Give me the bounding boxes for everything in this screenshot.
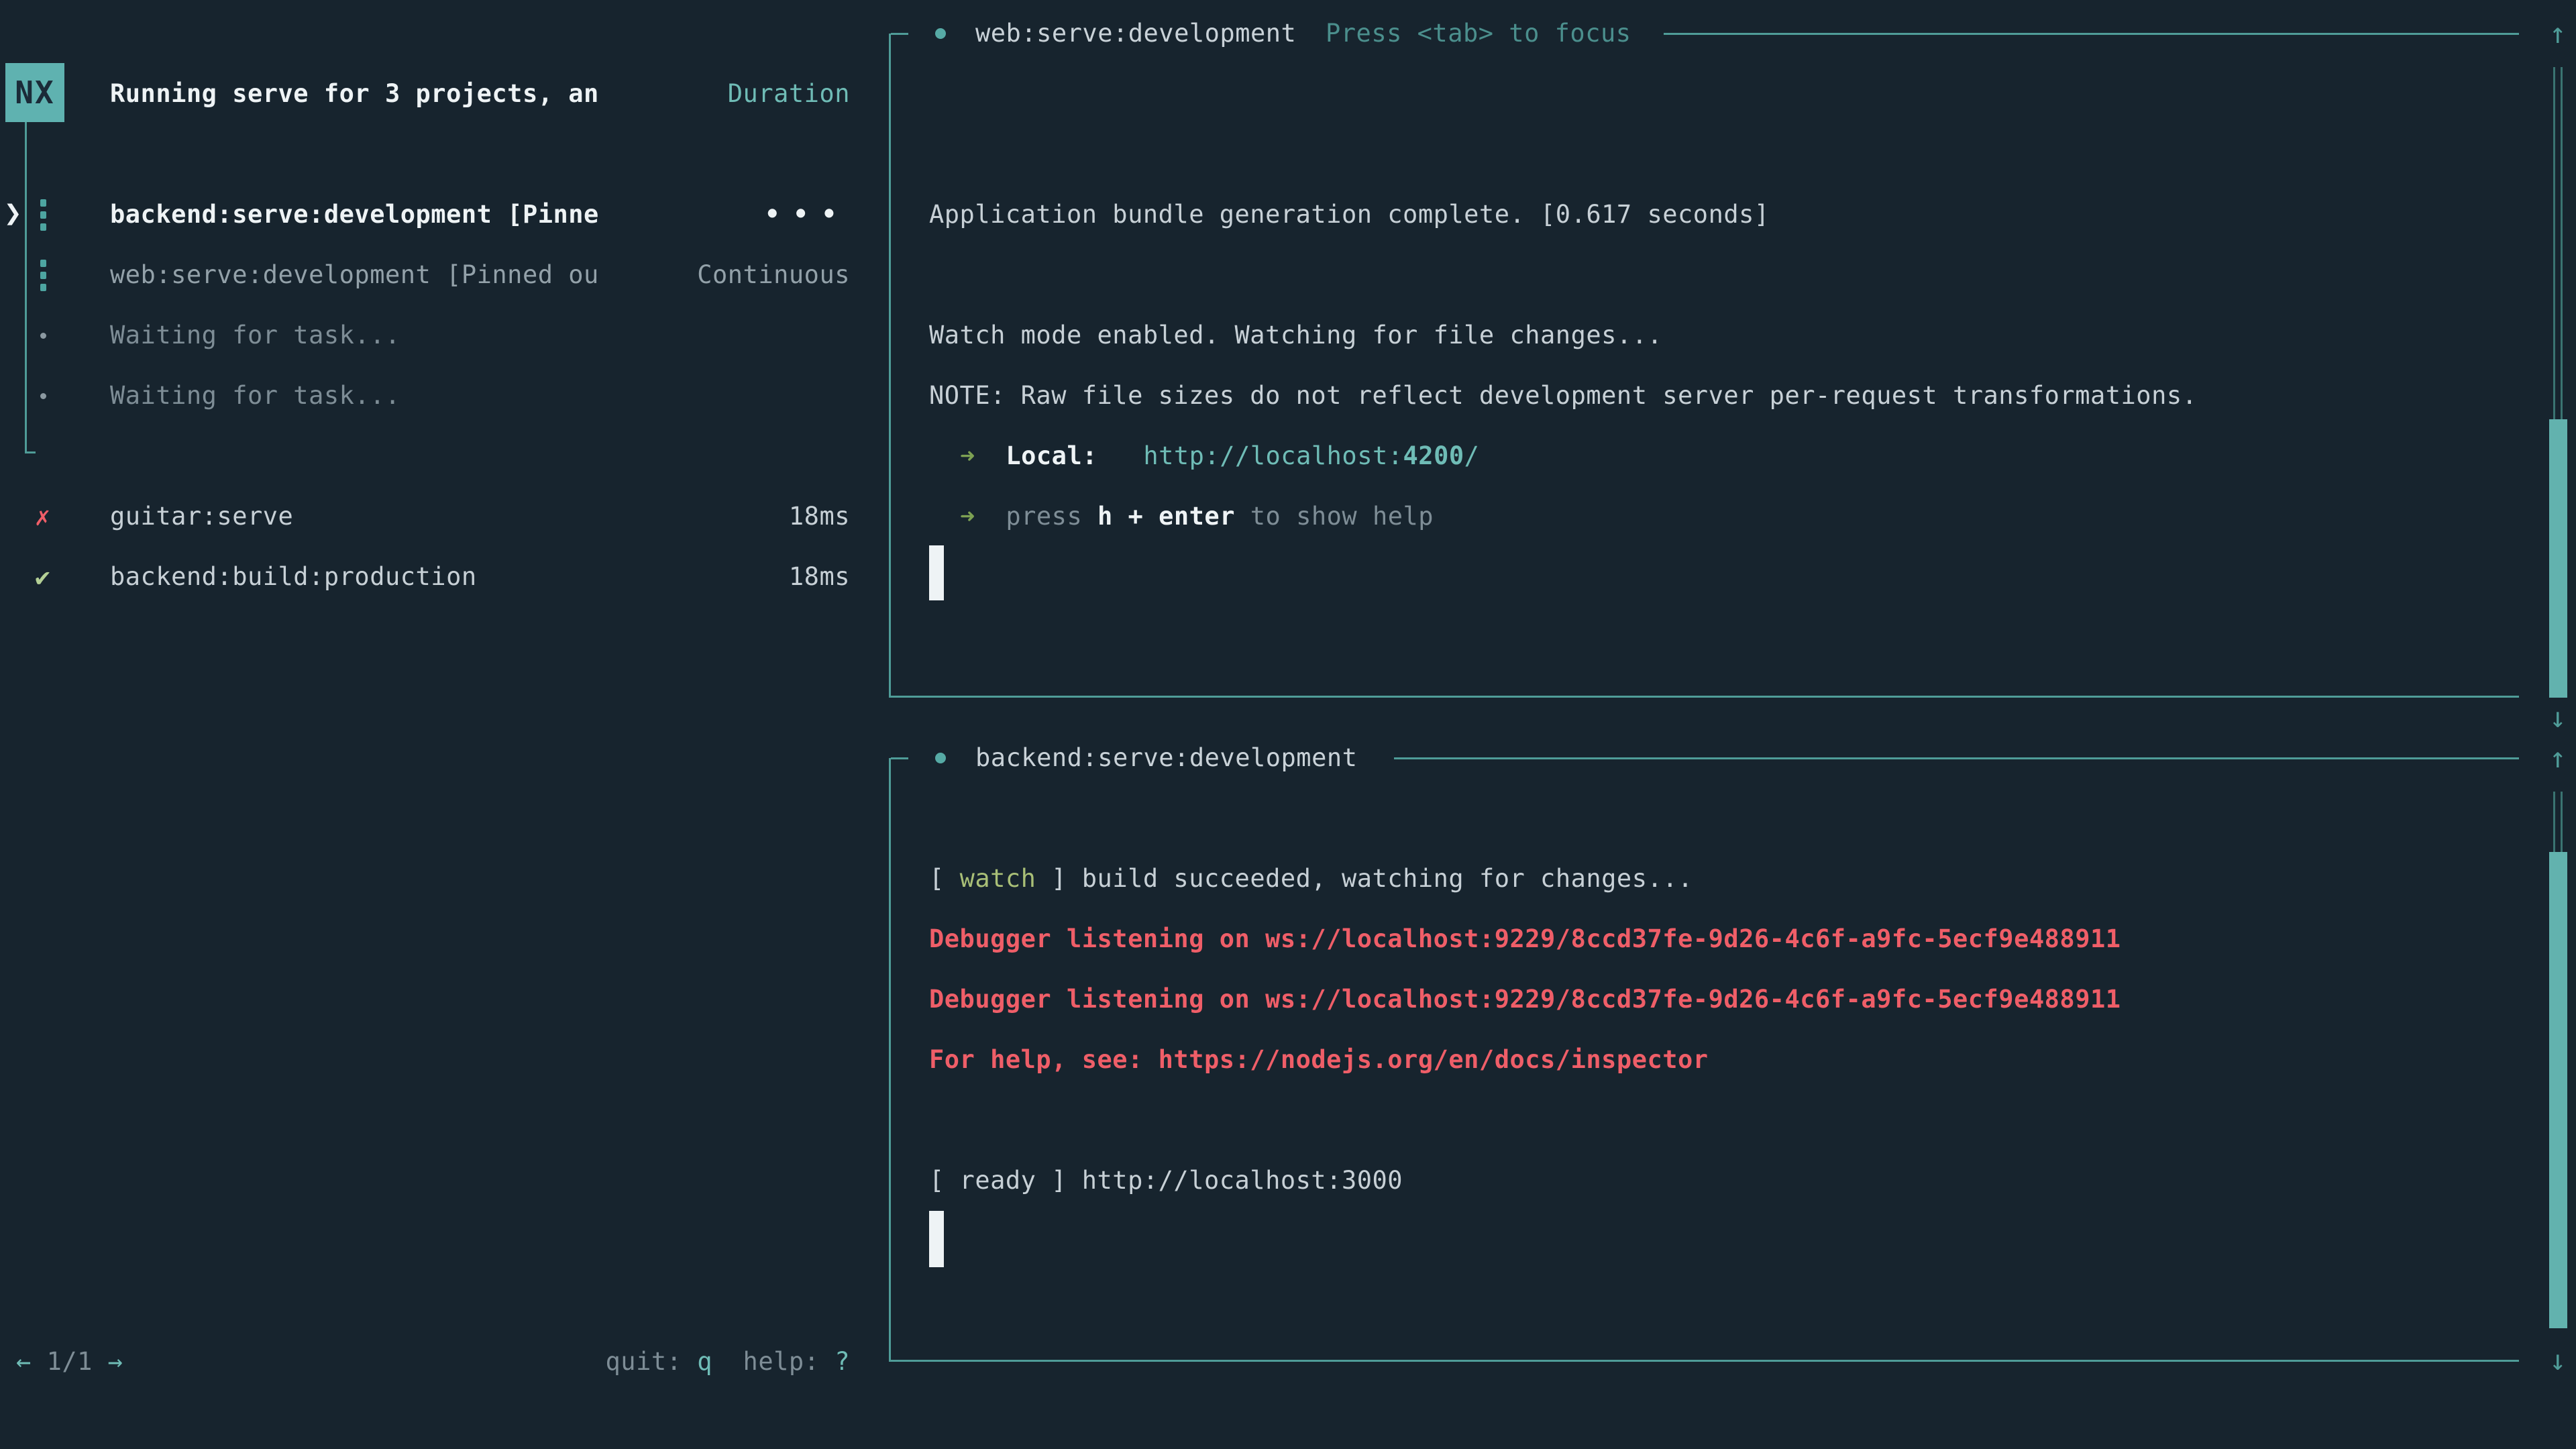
press-keys: h + enter — [1097, 502, 1235, 531]
task-row-web-serve[interactable]: web:serve:development [Pinned ou Continu… — [0, 255, 889, 295]
log-line-ready: [ ready ] http://localhost:3000 — [929, 1161, 1403, 1201]
log-line-debugger-2: Debugger listening on ws://localhost:922… — [929, 979, 2121, 1020]
watch-message: build succeeded, watching for changes... — [1082, 864, 1693, 893]
help-key[interactable]: ? — [835, 1347, 850, 1376]
task-label: Waiting for task... — [110, 315, 400, 356]
local-label: Local: — [1006, 441, 1097, 470]
quit-key[interactable]: q — [697, 1347, 712, 1376]
task-row-backend-serve[interactable]: ❯ backend:serve:development [Pinne ••• — [0, 195, 889, 235]
pane-title-bar: backend:serve:development — [891, 738, 2519, 778]
page-indicator: 1/1 — [47, 1347, 93, 1376]
border-tick — [891, 757, 908, 759]
nx-tui-screen: NX Running serve for 3 projects, an Dura… — [0, 0, 2576, 1449]
prompt-arrow-icon: ➜ — [960, 441, 975, 470]
waiting-bullet-icon — [40, 393, 46, 399]
help-label: help: — [743, 1347, 820, 1376]
log-line-local-url: ➜ Local: http://localhost:4200/ — [960, 436, 1479, 476]
scrollbar-thumb[interactable] — [2549, 852, 2567, 1328]
border-tick — [891, 33, 908, 35]
task-row-backend-build[interactable]: ✔ backend:build:production 18ms — [0, 557, 889, 597]
pane-title: backend:serve:development — [975, 738, 1357, 778]
run-summary-title: Running serve for 3 projects, an — [110, 74, 599, 114]
page-next-arrow[interactable]: → — [108, 1347, 123, 1376]
quit-label: quit: — [606, 1347, 682, 1376]
task-label: Waiting for task... — [110, 376, 400, 416]
border-line — [1664, 33, 2519, 35]
terminal-cursor — [929, 545, 944, 600]
page-prev-arrow[interactable]: ← — [16, 1347, 32, 1376]
terminal-pane-backend-serve[interactable]: backend:serve:development [ watch ] buil… — [889, 758, 2519, 1362]
selected-chevron-icon: ❯ — [4, 193, 22, 233]
focus-hint: Press <tab> to focus — [1326, 13, 1631, 54]
watch-tag: watch — [960, 864, 1036, 893]
border-line — [1394, 757, 2519, 759]
scroll-down-arrow[interactable]: ↓ — [2543, 698, 2573, 738]
log-line-watch-mode: Watch mode enabled. Watching for file ch… — [929, 315, 1662, 356]
waiting-bullet-icon — [40, 333, 46, 339]
log-line-note: NOTE: Raw file sizes do not reflect deve… — [929, 376, 2197, 416]
duration-column-header: Duration — [728, 74, 850, 114]
scroll-down-arrow[interactable]: ↓ — [2543, 1340, 2573, 1381]
keybind-hints: quit: q help: ? — [606, 1342, 850, 1382]
pagination: ← 1/1 → — [16, 1342, 123, 1382]
log-line-watch-succeeded: [ watch ] build succeeded, watching for … — [929, 859, 1693, 899]
local-url-slash[interactable]: / — [1464, 441, 1480, 470]
task-row-waiting-2[interactable]: Waiting for task... — [0, 376, 889, 416]
press-prefix: press — [1006, 502, 1097, 531]
log-line-inspector-help: For help, see: https://nodejs.org/en/doc… — [929, 1040, 1709, 1080]
task-label: backend:build:production — [110, 557, 477, 597]
success-check-icon: ✔ — [35, 557, 50, 597]
bracket-open: [ — [929, 864, 960, 893]
scrollbar-track[interactable] — [2553, 67, 2563, 419]
task-duration: 18ms — [789, 496, 850, 537]
pinned-indicator-icon — [40, 260, 46, 291]
scrollbar-track[interactable] — [2553, 792, 2563, 852]
pane-title: web:serve:development — [975, 13, 1296, 54]
local-url-base[interactable]: http://localhost: — [1143, 441, 1403, 470]
scroll-up-arrow[interactable]: ↑ — [2543, 738, 2573, 778]
task-label: guitar:serve — [110, 496, 293, 537]
bracket-close: ] — [1036, 864, 1081, 893]
task-label: web:serve:development [Pinned ou — [110, 255, 599, 295]
terminal-pane-web-serve[interactable]: web:serve:development Press <tab> to foc… — [889, 34, 2519, 698]
pane-title-bar: web:serve:development Press <tab> to foc… — [891, 13, 2519, 54]
task-duration: 18ms — [789, 557, 850, 597]
log-line-help-hint: ➜ press h + enter to show help — [960, 496, 1434, 537]
prompt-arrow-icon: ➜ — [960, 502, 975, 531]
sidebar-footer: ← 1/1 → quit: q help: ? — [0, 1342, 889, 1382]
running-spinner-icon: ••• — [765, 195, 850, 235]
task-row-waiting-1[interactable]: Waiting for task... — [0, 315, 889, 356]
local-url-port[interactable]: 4200 — [1403, 441, 1464, 470]
pinned-indicator-icon — [40, 199, 46, 231]
log-line-debugger-1: Debugger listening on ws://localhost:922… — [929, 919, 2121, 959]
terminal-cursor — [929, 1211, 944, 1267]
scroll-up-arrow[interactable]: ↑ — [2543, 13, 2573, 54]
task-row-guitar-serve[interactable]: ✗ guitar:serve 18ms — [0, 496, 889, 537]
task-label: backend:serve:development [Pinne — [110, 195, 599, 235]
task-status: Continuous — [697, 255, 850, 295]
log-line-bundle-complete: Application bundle generation complete. … — [929, 195, 1770, 235]
pane-status-dot-icon — [935, 28, 946, 39]
sidebar-header: Running serve for 3 projects, an Duratio… — [0, 74, 889, 114]
pane-status-dot-icon — [935, 753, 946, 763]
press-suffix: to show help — [1235, 502, 1434, 531]
failed-x-icon: ✗ — [35, 496, 50, 537]
scrollbar-thumb[interactable] — [2549, 419, 2567, 698]
